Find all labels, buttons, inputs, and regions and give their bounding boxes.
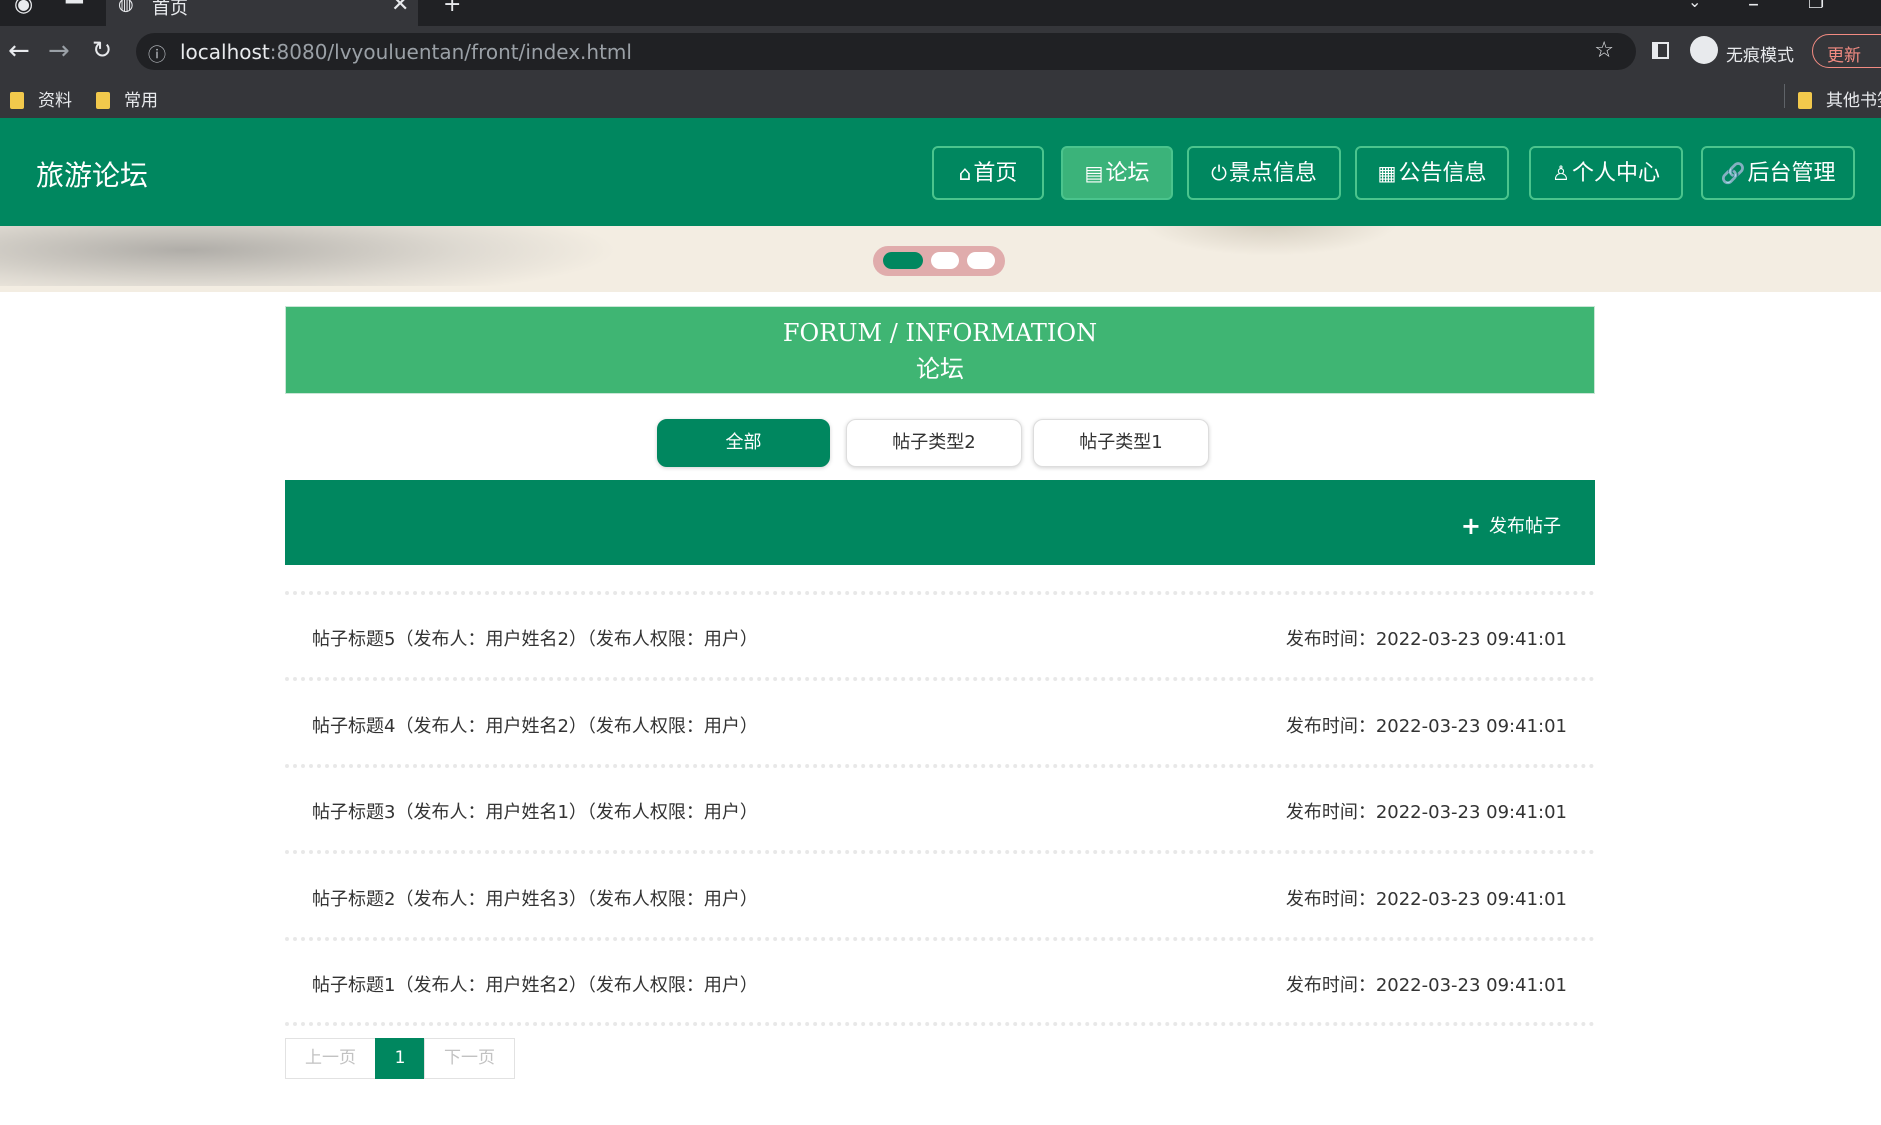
section-title-cn: 论坛 — [916, 355, 964, 383]
divider — [285, 764, 1595, 768]
nav-label: 后台管理 — [1747, 161, 1836, 186]
document-icon: ▤ — [1084, 161, 1104, 185]
plus-icon: + — [1460, 512, 1481, 540]
nav-label: 景点信息 — [1228, 161, 1317, 186]
carousel-dot-active[interactable] — [883, 252, 923, 269]
nav-home[interactable]: ⌂首页 — [932, 146, 1044, 200]
banner-carousel — [0, 226, 1881, 292]
section-title: FORUM / INFORMATION 论坛 — [285, 306, 1595, 394]
url-field[interactable]: ⓘ localhost:8080/lvyouluentan/front/inde… — [136, 33, 1636, 70]
bookmark-star-icon[interactable]: ☆ — [1594, 38, 1614, 63]
list-item[interactable]: 帖子标题1（发布人：用户姓名2）（发布人权限：用户） 发布时间：2022-03-… — [285, 963, 1595, 1003]
divider — [285, 677, 1595, 681]
browser-tab-strip: ◉ ▀ ◍ 首页 ✕ + ⌄ – ❐ — [0, 0, 1881, 26]
link-icon: 🔗 — [1720, 161, 1746, 185]
nav-personal-center[interactable]: ♙个人中心 — [1529, 146, 1683, 200]
close-icon[interactable]: ✕ — [391, 0, 409, 17]
grid-icon: ▦ — [1377, 161, 1397, 185]
bookmark-folder[interactable]: 常用 — [96, 86, 158, 111]
next-page-button[interactable]: 下一页 — [424, 1038, 515, 1079]
nav-admin[interactable]: 🔗后台管理 — [1701, 146, 1855, 200]
bookmark-label: 其他书签 — [1826, 91, 1881, 111]
bookmark-separator — [1784, 84, 1785, 108]
incognito-icon — [1690, 36, 1718, 64]
incognito-label: 无痕模式 — [1726, 46, 1794, 66]
globe-icon: ◍ — [118, 0, 134, 15]
site-header: 旅游论坛 ⌂首页 ▤论坛 ⏻景点信息 ▦公告信息 ♙个人中心 🔗后台管理 — [0, 118, 1881, 226]
browser-tab[interactable]: ◍ 首页 ✕ — [106, 0, 418, 26]
nav-announcements[interactable]: ▦公告信息 — [1355, 146, 1509, 200]
forward-icon[interactable]: → — [48, 36, 70, 66]
post-time: 发布时间：2022-03-23 09:41:01 — [1285, 629, 1567, 650]
update-button[interactable]: 更新 — [1812, 34, 1881, 68]
nav-label: 公告信息 — [1398, 161, 1487, 186]
address-bar: ← → ↻ ⓘ localhost:8080/lvyouluentan/fron… — [0, 26, 1881, 76]
ink-painting-decoration — [0, 226, 620, 286]
publish-post-button[interactable]: + 发布帖子 — [1461, 512, 1561, 540]
post-time: 发布时间：2022-03-23 09:41:01 — [1285, 802, 1567, 823]
update-label: 更新 — [1827, 46, 1861, 66]
home-icon: ⌂ — [958, 161, 972, 185]
carousel-indicator — [873, 246, 1005, 276]
tab-title: 首页 — [152, 0, 188, 19]
tab-search-icon[interactable]: ◉ — [14, 0, 33, 17]
post-toolbar: + 发布帖子 — [285, 480, 1595, 565]
divider — [285, 850, 1595, 854]
other-bookmarks[interactable]: 其他书签 — [1798, 86, 1881, 111]
back-icon[interactable]: ← — [8, 36, 30, 66]
minimize-icon[interactable]: – — [1748, 0, 1759, 17]
ink-painting-decoration — [1140, 226, 1400, 256]
post-time: 发布时间：2022-03-23 09:41:01 — [1285, 975, 1567, 996]
folder-icon — [10, 92, 24, 109]
nav-label: 论坛 — [1105, 161, 1150, 186]
side-panel-icon[interactable] — [1652, 42, 1669, 59]
folder-icon — [96, 92, 110, 109]
divider — [285, 591, 1595, 595]
post-title[interactable]: 帖子标题3（发布人：用户姓名1）（发布人权限：用户） — [312, 798, 758, 824]
post-title[interactable]: 帖子标题1（发布人：用户姓名2）（发布人权限：用户） — [312, 971, 758, 997]
nav-label: 个人中心 — [1571, 161, 1660, 186]
power-icon: ⏻ — [1211, 161, 1227, 185]
post-title[interactable]: 帖子标题5（发布人：用户姓名2）（发布人权限：用户） — [312, 625, 758, 651]
carousel-dot[interactable] — [931, 252, 959, 269]
bookmark-label: 常用 — [124, 91, 158, 111]
post-time: 发布时间：2022-03-23 09:41:01 — [1285, 889, 1567, 910]
section-title-en: FORUM / INFORMATION — [782, 319, 1098, 347]
carousel-dot[interactable] — [967, 252, 995, 269]
nav-label: 首页 — [973, 161, 1018, 186]
list-item[interactable]: 帖子标题2（发布人：用户姓名3）（发布人权限：用户） 发布时间：2022-03-… — [285, 877, 1595, 917]
divider — [285, 1022, 1595, 1026]
list-item[interactable]: 帖子标题3（发布人：用户姓名1）（发布人权限：用户） 发布时间：2022-03-… — [285, 790, 1595, 830]
nav-attractions[interactable]: ⏻景点信息 — [1187, 146, 1341, 200]
nav-forum[interactable]: ▤论坛 — [1061, 146, 1173, 200]
publish-post-label: 发布帖子 — [1489, 516, 1561, 537]
bookmarks-bar: 资料 常用 其他书签 — [0, 76, 1881, 118]
site-logo[interactable]: 旅游论坛 — [36, 154, 148, 194]
list-item[interactable]: 帖子标题4（发布人：用户姓名2）（发布人权限：用户） 发布时间：2022-03-… — [285, 704, 1595, 744]
restore-icon[interactable]: ❐ — [1808, 0, 1824, 13]
post-time: 发布时间：2022-03-23 09:41:01 — [1285, 716, 1567, 737]
post-title[interactable]: 帖子标题2（发布人：用户姓名3）（发布人权限：用户） — [312, 885, 758, 911]
reload-icon[interactable]: ↻ — [92, 36, 112, 64]
page-number-current[interactable]: 1 — [375, 1038, 425, 1079]
chevron-down-icon[interactable]: ⌄ — [1688, 0, 1701, 11]
divider — [285, 937, 1595, 941]
bookmark-label: 资料 — [38, 91, 72, 111]
category-type1[interactable]: 帖子类型1 — [1033, 419, 1209, 467]
category-all[interactable]: 全部 — [657, 419, 830, 467]
prev-page-button[interactable]: 上一页 — [285, 1038, 376, 1079]
list-item[interactable]: 帖子标题5（发布人：用户姓名2）（发布人权限：用户） 发布时间：2022-03-… — [285, 617, 1595, 657]
url-text: localhost:8080/lvyouluentan/front/index.… — [180, 40, 632, 64]
new-tab-icon[interactable]: + — [443, 0, 461, 17]
post-title[interactable]: 帖子标题4（发布人：用户姓名2）（发布人权限：用户） — [312, 712, 758, 738]
bookmark-folder[interactable]: 资料 — [10, 86, 72, 111]
user-icon: ♙ — [1552, 161, 1570, 185]
site-info-icon[interactable]: ⓘ — [148, 41, 166, 67]
incognito-indicator[interactable]: 无痕模式 — [1690, 34, 1802, 68]
folder-icon — [1798, 92, 1812, 109]
category-type2[interactable]: 帖子类型2 — [846, 419, 1022, 467]
tab-groups-icon[interactable]: ▀ — [66, 0, 83, 17]
